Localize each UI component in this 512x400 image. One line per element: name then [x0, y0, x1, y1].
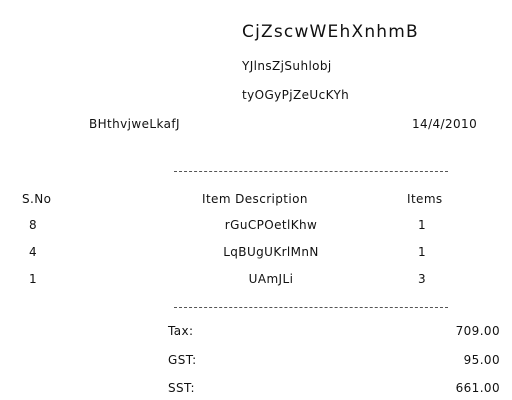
row-description: UAmJLi — [248, 272, 294, 286]
row-items: 3 — [418, 272, 427, 286]
divider-bottom — [174, 307, 448, 308]
row-description: rGuCPOetlKhw — [224, 218, 318, 232]
total-value: 709.00 — [455, 324, 500, 338]
column-header-items: Items — [407, 192, 443, 206]
address-line-2: tyOGyPjZeUcKYh — [242, 88, 350, 102]
total-value: 661.00 — [455, 381, 500, 395]
divider-top — [174, 171, 448, 172]
total-value: 95.00 — [463, 353, 500, 367]
store-name: CjZscwWEhXnhmB — [242, 22, 419, 42]
receipt-date: 14/4/2010 — [412, 117, 478, 131]
column-header-description: Item Description — [202, 192, 308, 206]
table-row: 1 UAmJLi 3 — [0, 272, 512, 292]
table-row: 4 LqBUgUKrlMnN 1 — [0, 245, 512, 265]
row-description: LqBUgUKrlMnN — [223, 245, 319, 259]
row-sno: 4 — [29, 245, 38, 259]
receipt: CjZscwWEhXnhmB YJlnsZjSuhlobj tyOGyPjZeU… — [0, 0, 512, 400]
row-items: 1 — [418, 245, 427, 259]
column-header-sno: S.No — [22, 192, 52, 206]
row-sno: 8 — [29, 218, 38, 232]
total-label: Tax: — [168, 324, 194, 338]
total-label: GST: — [168, 353, 197, 367]
cashier-name: BHthvjweLkafJ — [89, 117, 180, 131]
table-row: 8 rGuCPOetlKhw 1 — [0, 218, 512, 238]
total-label: SST: — [168, 381, 195, 395]
row-items: 1 — [418, 218, 427, 232]
address-line-1: YJlnsZjSuhlobj — [242, 59, 332, 73]
row-sno: 1 — [29, 272, 38, 286]
